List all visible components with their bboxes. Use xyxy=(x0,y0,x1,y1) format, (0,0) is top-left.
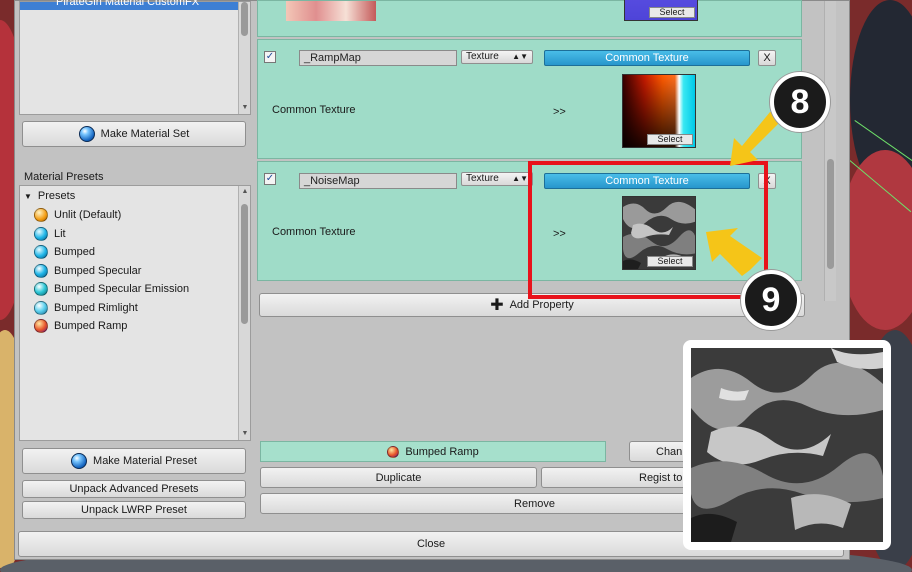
zoomed-texture-panel xyxy=(683,340,891,550)
callout-badge-9: 9 xyxy=(741,270,801,330)
noise-texture-image xyxy=(691,348,883,542)
zoomed-noise-texture xyxy=(691,348,883,542)
arrow-9-icon xyxy=(706,228,762,276)
callout-badge-8: 8 xyxy=(770,72,830,132)
